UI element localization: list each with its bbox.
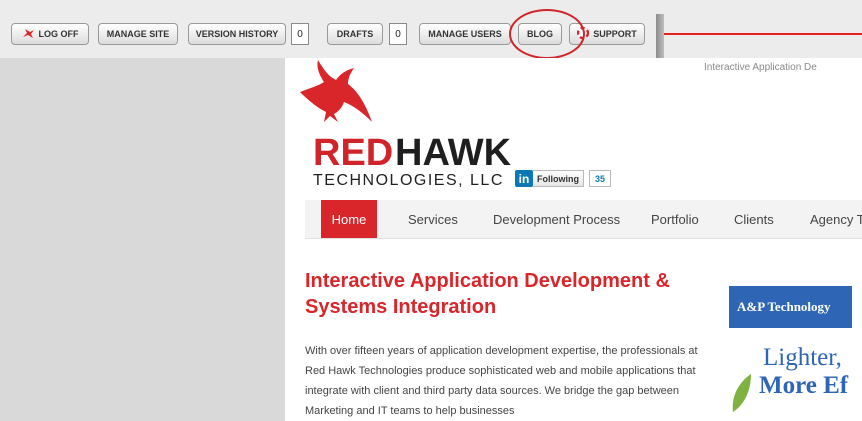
drafts-count: 0 (389, 23, 407, 45)
left-margin-panel (0, 58, 285, 421)
linkedin-follower-count: 35 (589, 170, 612, 187)
nav-services[interactable]: Services (408, 200, 458, 238)
support-label: SUPPORT (593, 29, 637, 39)
nav-home[interactable]: Home (321, 200, 377, 238)
nav-portfolio[interactable]: Portfolio (651, 200, 699, 238)
site-tagline: Interactive Application De (704, 62, 817, 73)
logo-text-black: HAWK (395, 132, 512, 174)
ap-technology-ad[interactable]: A&P Technology Lighter, More Ef (729, 286, 862, 421)
manage-site-label: MANAGE SITE (106, 29, 170, 39)
drafts-label: DRAFTS (336, 29, 374, 39)
intro-paragraph: With over fifteen years of application d… (305, 345, 698, 417)
linkedin-follow-widget[interactable]: in Following 35 (515, 170, 612, 187)
drafts-button[interactable]: DRAFTS (327, 23, 383, 45)
log-off-button[interactable]: LOG OFF (11, 23, 89, 45)
hawk-logo-icon[interactable] (298, 60, 376, 135)
nav-development-process[interactable]: Development Process (493, 200, 620, 238)
annotation-circle (509, 9, 585, 59)
ad-header: A&P Technology (729, 286, 852, 328)
nav-agency[interactable]: Agency T (810, 200, 862, 238)
ad-brand: A&P Technology (737, 299, 831, 314)
log-off-label: LOG OFF (38, 29, 79, 39)
nav-clients[interactable]: Clients (734, 200, 774, 238)
admin-toolbar: LOG OFF MANAGE SITE VERSION HISTORY 0 DR… (0, 0, 862, 59)
linkedin-icon: in (515, 170, 533, 187)
leaf-icon (729, 372, 753, 417)
ad-line-1: Lighter, (763, 344, 842, 371)
logo-text-red: RED (313, 132, 394, 174)
manage-users-button[interactable]: MANAGE USERS (419, 23, 511, 45)
manage-site-button[interactable]: MANAGE SITE (98, 23, 178, 45)
annotation-line (664, 33, 862, 35)
version-history-label: VERSION HISTORY (195, 29, 279, 39)
ad-line-2: More Ef (759, 372, 849, 399)
version-history-count: 0 (291, 23, 309, 45)
manage-users-label: MANAGE USERS (428, 29, 502, 39)
red-hawk-icon (22, 28, 35, 41)
site-navigation: Home Services Development Process Portfo… (305, 200, 862, 239)
website-preview: Interactive Application De RED HAWK TECH… (285, 58, 862, 421)
page-headline: Interactive Application Development & Sy… (305, 270, 670, 318)
version-history-button[interactable]: VERSION HISTORY (188, 23, 286, 45)
linkedin-following-label[interactable]: Following (533, 170, 584, 187)
logo-subtitle: TECHNOLOGIES, LLC (313, 172, 504, 189)
toolbar-resize-handle[interactable] (656, 14, 664, 58)
